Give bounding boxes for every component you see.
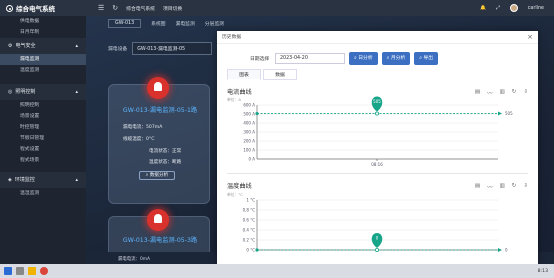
os-taskbar: 8:13: [0, 264, 554, 278]
current-status-text: 电流状态：正常: [149, 149, 182, 154]
leak-current-text: 漏电电流：507mA: [123, 125, 163, 130]
marker-pin-label: 0: [376, 236, 379, 241]
y-tick-label: 0.8 °C: [243, 207, 256, 212]
project-switch-link[interactable]: 项目切换: [163, 5, 182, 12]
alarm-icon: [147, 209, 169, 231]
y-tick-label: 0.2 °C: [243, 237, 256, 242]
nav-system-link[interactable]: 综合电气系统: [126, 5, 155, 12]
mark-line-arrow: [498, 111, 502, 116]
temperature-text: 线缆温度：0°C: [123, 137, 155, 142]
mark-line-label: 505: [505, 111, 513, 116]
device-select[interactable]: GW-013-漏电监测-05: [132, 42, 213, 55]
windows-start-icon[interactable]: [4, 267, 12, 275]
sidebar-item-yearly[interactable]: 日月年制: [0, 27, 86, 38]
device-card: GW-013-漏电监测-05-1路 漏电电流：507mA 线缆温度：0°C 电流…: [108, 77, 210, 204]
mark-line-label: 0: [505, 248, 508, 253]
mark-line-start: [255, 111, 259, 116]
menu-icon[interactable]: ☰: [98, 4, 104, 12]
sidebar-item-program-setting[interactable]: 程式设置: [0, 144, 86, 155]
y-tick-label: 200 A: [243, 138, 255, 143]
bell-icon[interactable]: 🔔: [480, 6, 486, 11]
data-point: [374, 247, 379, 252]
top-bar: 综合电气系统 ☰ ↻ 综合电气系统 项目切换 🔔 ⤢ carline: [0, 0, 554, 16]
chevron-up-icon: ▴: [75, 89, 78, 95]
filter-label: 漏电设备: [108, 47, 128, 52]
sidebar-group-environment[interactable]: ◈ 环境监控 ▴: [0, 172, 86, 188]
sidebar-item-lighting-control[interactable]: 照明控制: [0, 100, 86, 111]
sidebar-item-holiday-management[interactable]: 节假日管理: [0, 133, 86, 144]
mark-line-start: [255, 248, 259, 252]
data-point: [374, 111, 379, 116]
avatar[interactable]: [509, 4, 518, 12]
tab-gateway[interactable]: GW-013: [108, 18, 142, 28]
sidebar-item-power-data[interactable]: 供电数据: [0, 16, 86, 27]
sidebar: 供电数据 日月年制 ⚙ 电气安全 ▴ 漏电监测 温度监测 ◎ 照明控制 ▴ 照明控制…: [0, 16, 86, 268]
bottom-leak-text: 漏电电流：0mA: [118, 257, 151, 262]
data-analysis-button[interactable]: ⌕ 数据分析: [139, 171, 175, 180]
y-tick-label: 1 °C: [246, 197, 255, 202]
sidebar-item-leakage-monitor[interactable]: 漏电监测: [0, 54, 86, 65]
sidebar-item-program-scene[interactable]: 程式场景: [0, 155, 86, 166]
chevron-up-icon: ▴: [75, 177, 78, 183]
app-logo: 综合电气系统: [0, 3, 90, 13]
y-tick-label: 600 A: [243, 102, 255, 107]
card-title: GW-013-漏电监测-05-1路: [122, 107, 198, 114]
marker-pin-label: 505: [373, 99, 381, 104]
tab-leakage[interactable]: 漏电监测: [176, 20, 195, 27]
charts-svg: 600 A 500 A 400 A 300 A 200 A 100 A 0 A 505 505 0…: [243, 96, 513, 253]
history-dialog: 历史数据 × 日期选择 2023-04-20 ⌕ 日分析 ⌕ 月分析 ⌕ 导出 …: [217, 31, 538, 264]
y-tick-label: 0.6 °C: [243, 217, 256, 222]
sidebar-group-lighting[interactable]: ◎ 照明控制 ▴: [0, 84, 86, 100]
device-filter: 漏电设备 GW-013-漏电监测-05: [108, 42, 213, 55]
sidebar-group-electrical-safety[interactable]: ⚙ 电气安全 ▴: [0, 38, 86, 54]
search-icon: ⌕: [145, 173, 149, 178]
app-title: 综合电气系统: [16, 5, 55, 13]
content-tabs: GW-013 系统图 漏电监测 分层监测: [86, 16, 554, 30]
y-tick-label: 400 A: [243, 120, 255, 125]
y-tick-label: 100 A: [243, 147, 255, 152]
sidebar-item-scene-setting[interactable]: 场景设置: [0, 111, 86, 122]
sidebar-group-label: 环境监控: [14, 177, 35, 183]
temp-status-text: 温度状态：断路: [149, 160, 182, 165]
refresh-icon[interactable]: ↻: [112, 4, 118, 12]
sidebar-item-timer-management[interactable]: 时控管理: [0, 122, 86, 133]
bulb-icon: ◎: [8, 89, 13, 95]
y-tick-label: 500 A: [243, 111, 255, 116]
data-analysis-label: 数据分析: [149, 173, 169, 178]
chrome-icon[interactable]: [40, 267, 48, 275]
y-tick-label: 0 A: [248, 156, 255, 161]
y-tick-label: 0 °C: [246, 247, 255, 252]
mark-line-arrow: [498, 248, 502, 252]
sidebar-item-humidity-monitor[interactable]: 温湿监测: [0, 188, 86, 199]
sidebar-group-label: 电气安全: [15, 43, 36, 49]
card-title: GW-013-漏电监测-05-3路: [122, 237, 198, 244]
clock-text: 8:13: [537, 268, 548, 274]
user-name[interactable]: carline: [528, 6, 544, 11]
x-tick-label: 08:16: [371, 162, 383, 167]
shield-icon: ⚙: [8, 43, 13, 49]
sidebar-group-label: 照明控制: [15, 89, 36, 95]
search-taskbar-icon[interactable]: [16, 267, 24, 275]
fullscreen-icon[interactable]: ⤢: [496, 5, 500, 11]
tab-system-diagram[interactable]: 系统图: [151, 20, 165, 27]
chevron-up-icon: ▴: [75, 43, 78, 49]
y-tick-label: 0.4 °C: [243, 227, 256, 232]
y-tick-label: 300 A: [243, 129, 255, 134]
tab-layer[interactable]: 分层监测: [205, 20, 224, 27]
sidebar-item-temperature-monitor[interactable]: 温度监测: [0, 65, 86, 76]
leaf-icon: ◈: [8, 177, 12, 183]
file-explorer-icon[interactable]: [28, 267, 36, 275]
alarm-icon: [147, 77, 169, 99]
logo-icon: [6, 4, 13, 12]
